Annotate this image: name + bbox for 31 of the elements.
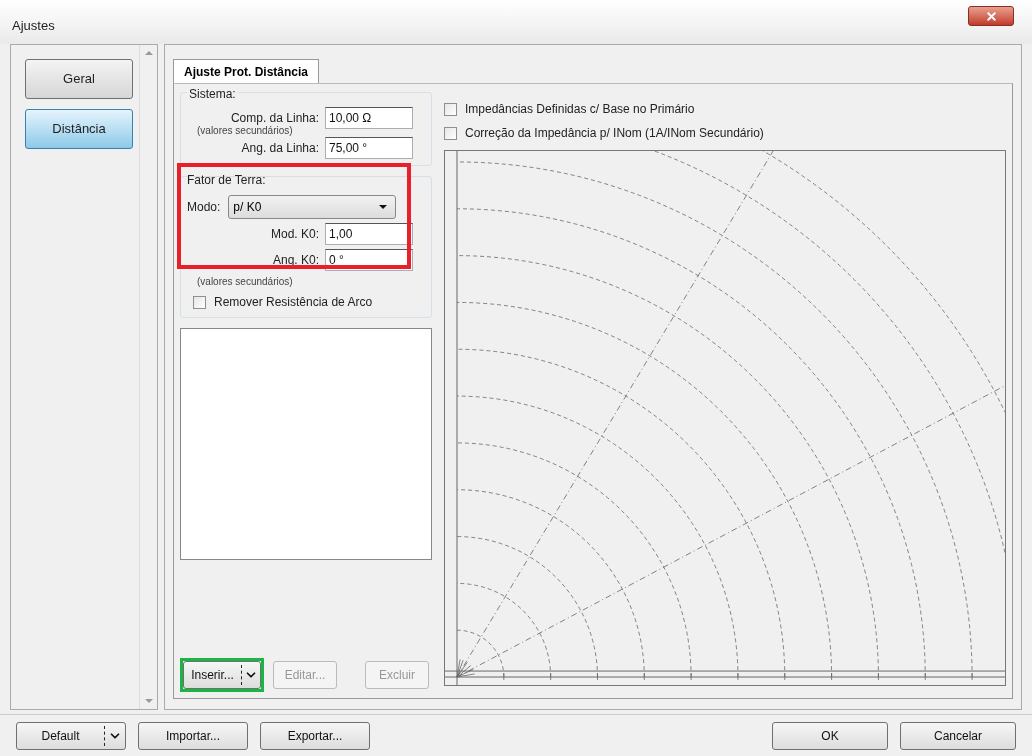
checkbox-label: Correção da Impedância p/ INom (1A/INom Secundário): [465, 125, 764, 142]
checkbox[interactable]: [193, 295, 206, 309]
dialog-button[interactable]: Exportar...: [260, 721, 370, 750]
field-label: Modo:: [187, 199, 221, 216]
dialog-button[interactable]: OK: [772, 721, 888, 750]
sidebar-item[interactable]: Geral: [25, 59, 133, 99]
sidebar-item[interactable]: Distância: [25, 109, 133, 149]
dialog-button[interactable]: Cancelar: [900, 721, 1016, 750]
window-title: Ajustes: [12, 17, 55, 35]
checkbox[interactable]: [444, 102, 457, 116]
field-label: Ang. da Linha:: [241, 140, 319, 157]
checkbox-label: Impedâncias Definidas c/ Base no Primário: [465, 101, 695, 118]
dropdown-arrow-icon: [379, 205, 388, 209]
tab[interactable]: Ajuste Prot. Distância: [173, 59, 320, 83]
dialog-button[interactable]: Importar...: [138, 721, 248, 750]
mode-dropdown[interactable]: p/ K0: [228, 195, 397, 219]
note-text: (valores secundários): [197, 126, 294, 136]
text-field[interactable]: 10,00 Ω: [325, 107, 413, 129]
field-label: Mod. K0:: [270, 226, 319, 243]
text-field[interactable]: 1,00: [325, 223, 413, 245]
checkbox-label: Remover Resistência de Arco: [214, 294, 373, 311]
group-title: Fator de Terra:: [187, 172, 266, 189]
close-button[interactable]: [968, 6, 1014, 26]
text-field[interactable]: 0 °: [325, 249, 413, 271]
text-field[interactable]: 75,00 °: [325, 137, 413, 159]
checkbox[interactable]: [444, 126, 457, 140]
field-label: Comp. da Linha:: [230, 110, 319, 126]
close-icon: [984, 9, 998, 23]
note-text: (valores secundários): [197, 277, 294, 287]
split-button[interactable]: Default: [16, 721, 126, 750]
split-button[interactable]: Inserir...: [183, 661, 261, 689]
